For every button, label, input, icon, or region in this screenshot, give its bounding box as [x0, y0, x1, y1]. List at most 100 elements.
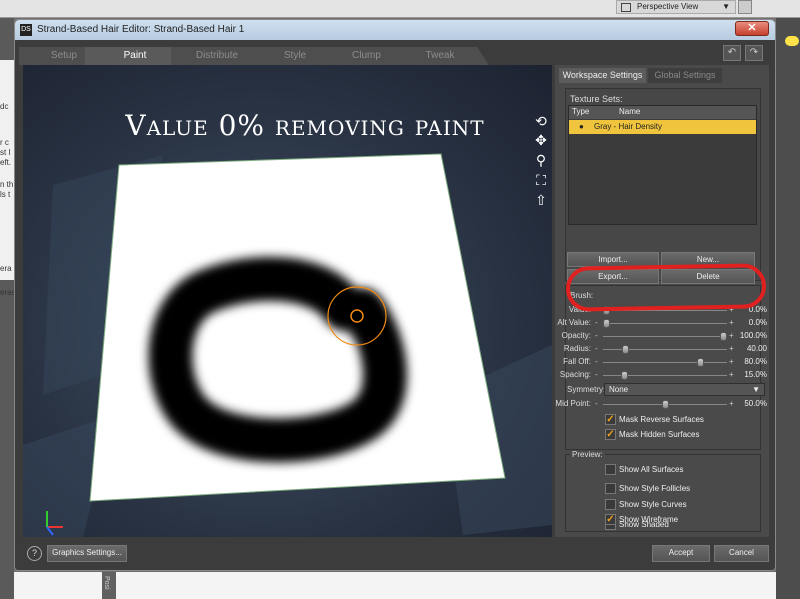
- option-label: Mask Reverse Surfaces: [619, 415, 704, 424]
- left-panel-text: dc: [0, 102, 9, 111]
- increment-button[interactable]: +: [729, 318, 734, 327]
- bottom-strip: Posi: [102, 572, 116, 599]
- header-type[interactable]: Type: [572, 107, 589, 116]
- decrement-button[interactable]: -: [595, 331, 598, 340]
- viewport-menu-label: Perspective View: [637, 2, 699, 11]
- app-left-panel: dc r c st l eft. n th ls t era eras: [0, 60, 16, 297]
- increment-button[interactable]: +: [729, 344, 734, 353]
- slider-handle[interactable]: [661, 400, 669, 409]
- accept-button[interactable]: Accept: [652, 545, 710, 562]
- slider-handle[interactable]: [621, 345, 629, 354]
- texture-sets-table[interactable]: Type Name ● Gray - Hair Density: [568, 105, 757, 225]
- slider-mid-point: Mid Point: - + 50.0%: [555, 399, 769, 411]
- title-bar[interactable]: DS Strand-Based Hair Editor: Strand-Base…: [15, 20, 775, 40]
- slider-label: Alt Value:: [557, 318, 591, 327]
- help-button[interactable]: ?: [27, 546, 42, 561]
- chevron-down-icon: ▼: [752, 385, 760, 394]
- bottom-strip-label: Posi: [103, 576, 110, 590]
- orbit-icon[interactable]: ⟲: [533, 113, 549, 129]
- decrement-button[interactable]: -: [595, 357, 598, 366]
- checkbox[interactable]: ✓: [605, 414, 616, 425]
- increment-button[interactable]: +: [729, 370, 734, 379]
- decrement-button[interactable]: -: [595, 399, 598, 408]
- left-panel-text: r c: [0, 138, 9, 147]
- slider-label: Mid Point:: [555, 399, 591, 408]
- redo-button[interactable]: ↷: [745, 45, 763, 61]
- texture-sets-label: Texture Sets:: [570, 94, 623, 104]
- symmetry-select[interactable]: None ▼: [604, 383, 765, 396]
- slider-radius: Radius: - +40.00: [555, 344, 769, 356]
- checkbox[interactable]: [605, 483, 616, 494]
- symmetry-value: None: [609, 385, 629, 394]
- table-row[interactable]: ● Gray - Hair Density: [569, 120, 756, 134]
- left-panel-text: st l: [0, 148, 11, 157]
- graphics-settings-button[interactable]: Graphics Settings...: [47, 545, 127, 562]
- decrement-button[interactable]: -: [595, 370, 598, 379]
- table-header: Type Name: [569, 106, 756, 119]
- cancel-button[interactable]: Cancel: [714, 545, 769, 562]
- checkbox[interactable]: ✓: [605, 429, 616, 440]
- slider-opacity: Opacity: - +100.0%: [555, 331, 769, 343]
- header-name[interactable]: Name: [619, 107, 640, 116]
- brush-falloff-dark: [337, 293, 381, 337]
- slider-alt-value: Alt Value: - +0.0%: [555, 318, 769, 330]
- window-title: Strand-Based Hair Editor: Strand-Based H…: [37, 24, 245, 35]
- paint-viewport[interactable]: Value 0% removing paint ⟲ ✥ ⚲ ⛶ ⇧: [23, 65, 552, 537]
- camera-icon: [621, 3, 631, 12]
- slider-track[interactable]: [603, 336, 727, 337]
- row-name: Gray - Hair Density: [594, 122, 663, 131]
- decrement-button[interactable]: -: [595, 318, 598, 327]
- close-button[interactable]: ✕: [735, 21, 769, 36]
- option-label: Mask Hidden Surfaces: [619, 430, 700, 439]
- increment-button[interactable]: +: [729, 331, 734, 340]
- left-panel-text: ls t: [0, 190, 11, 199]
- option-label: Show Style Follicles: [619, 484, 691, 493]
- slider-track[interactable]: [603, 362, 727, 363]
- app-right-pane: [776, 18, 800, 599]
- undo-button[interactable]: ↶: [723, 45, 741, 61]
- layout-icon[interactable]: [738, 0, 752, 14]
- increment-button[interactable]: +: [729, 399, 734, 408]
- slider-track[interactable]: [603, 323, 727, 324]
- row-type-bullet: ●: [579, 122, 584, 131]
- checkbox[interactable]: ✓: [605, 514, 616, 525]
- symmetry-label: Symmetry:: [567, 385, 606, 394]
- slider-value[interactable]: 40.00: [747, 344, 767, 353]
- slider-fall-off: Fall Off: - +80.0%: [555, 357, 769, 369]
- option-label: Show Wireframe: [619, 515, 679, 524]
- slider-value[interactable]: 100.0%: [740, 331, 767, 340]
- slider-label: Opacity:: [561, 331, 591, 340]
- option-label: Show Style Curves: [619, 500, 687, 509]
- slider-label: Spacing:: [559, 370, 591, 379]
- tab-tweak[interactable]: Tweak: [391, 47, 489, 65]
- slider-value[interactable]: 50.0%: [744, 399, 767, 408]
- pan-icon[interactable]: ✥: [533, 132, 549, 148]
- option-label: Show All Surfaces: [619, 465, 684, 474]
- increment-button[interactable]: +: [729, 357, 734, 366]
- slider-handle[interactable]: [720, 332, 727, 341]
- overlay-caption: Value 0% removing paint: [125, 109, 485, 142]
- zoom-icon[interactable]: ⚲: [533, 152, 549, 168]
- tab-paint[interactable]: Paint: [85, 47, 185, 65]
- highlight-annotation: [565, 263, 767, 312]
- frame-icon[interactable]: ⛶: [533, 172, 549, 188]
- slider-label: Fall Off:: [563, 357, 591, 366]
- viewport-menu[interactable]: Perspective View ▼: [616, 0, 736, 14]
- left-panel-text: eft.: [0, 158, 12, 167]
- decrement-button[interactable]: -: [595, 344, 598, 353]
- slider-handle[interactable]: [603, 319, 610, 328]
- slider-value[interactable]: 0.0%: [749, 318, 767, 327]
- slider-label: Radius:: [563, 344, 591, 353]
- eye-icon[interactable]: [785, 36, 799, 46]
- chevron-down-icon: ▼: [722, 2, 730, 11]
- slider-spacing: Spacing: - +15.0%: [555, 370, 769, 382]
- tab-global-settings[interactable]: Global Settings: [648, 68, 722, 83]
- slider-handle[interactable]: [620, 371, 628, 380]
- checkbox[interactable]: [605, 464, 616, 475]
- reset-icon[interactable]: ⇧: [533, 192, 549, 208]
- slider-handle[interactable]: [696, 358, 704, 367]
- slider-value[interactable]: 15.0%: [744, 370, 767, 379]
- slider-value[interactable]: 80.0%: [744, 357, 767, 366]
- tab-workspace-settings[interactable]: Workspace Settings: [559, 68, 646, 83]
- checkbox[interactable]: [605, 499, 616, 510]
